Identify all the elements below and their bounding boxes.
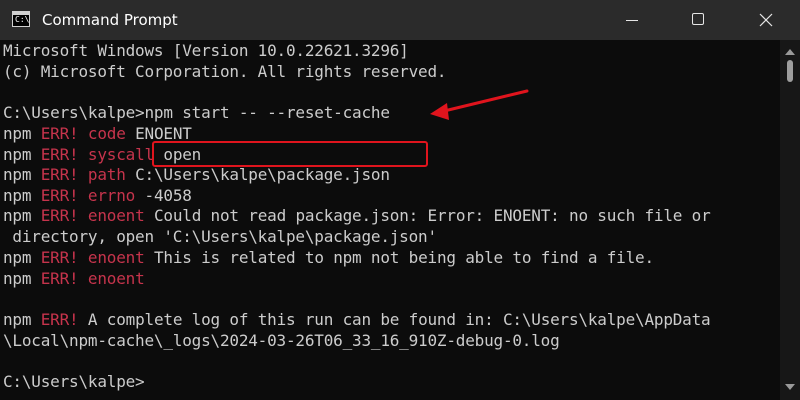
maximize-icon [692, 13, 704, 25]
scroll-up-icon[interactable] [785, 49, 795, 55]
close-icon [759, 13, 773, 27]
close-button[interactable] [738, 0, 794, 40]
vertical-scrollbar[interactable] [780, 40, 800, 400]
scroll-down-icon[interactable] [785, 384, 795, 390]
command-prompt-window: C:\ Command Prompt Microsoft Windows [Ve… [0, 0, 800, 400]
title-bar[interactable]: C:\ Command Prompt [0, 0, 800, 40]
minimize-icon [626, 20, 638, 21]
scroll-thumb[interactable] [787, 60, 793, 82]
minimize-button[interactable] [604, 0, 660, 40]
cmd-app-icon[interactable]: C:\ [12, 11, 30, 27]
maximize-button[interactable] [670, 0, 726, 40]
annotation-arrow-icon [430, 89, 529, 120]
console-output[interactable]: Microsoft Windows [Version 10.0.22621.32… [0, 40, 780, 400]
window-title: Command Prompt [42, 11, 178, 29]
